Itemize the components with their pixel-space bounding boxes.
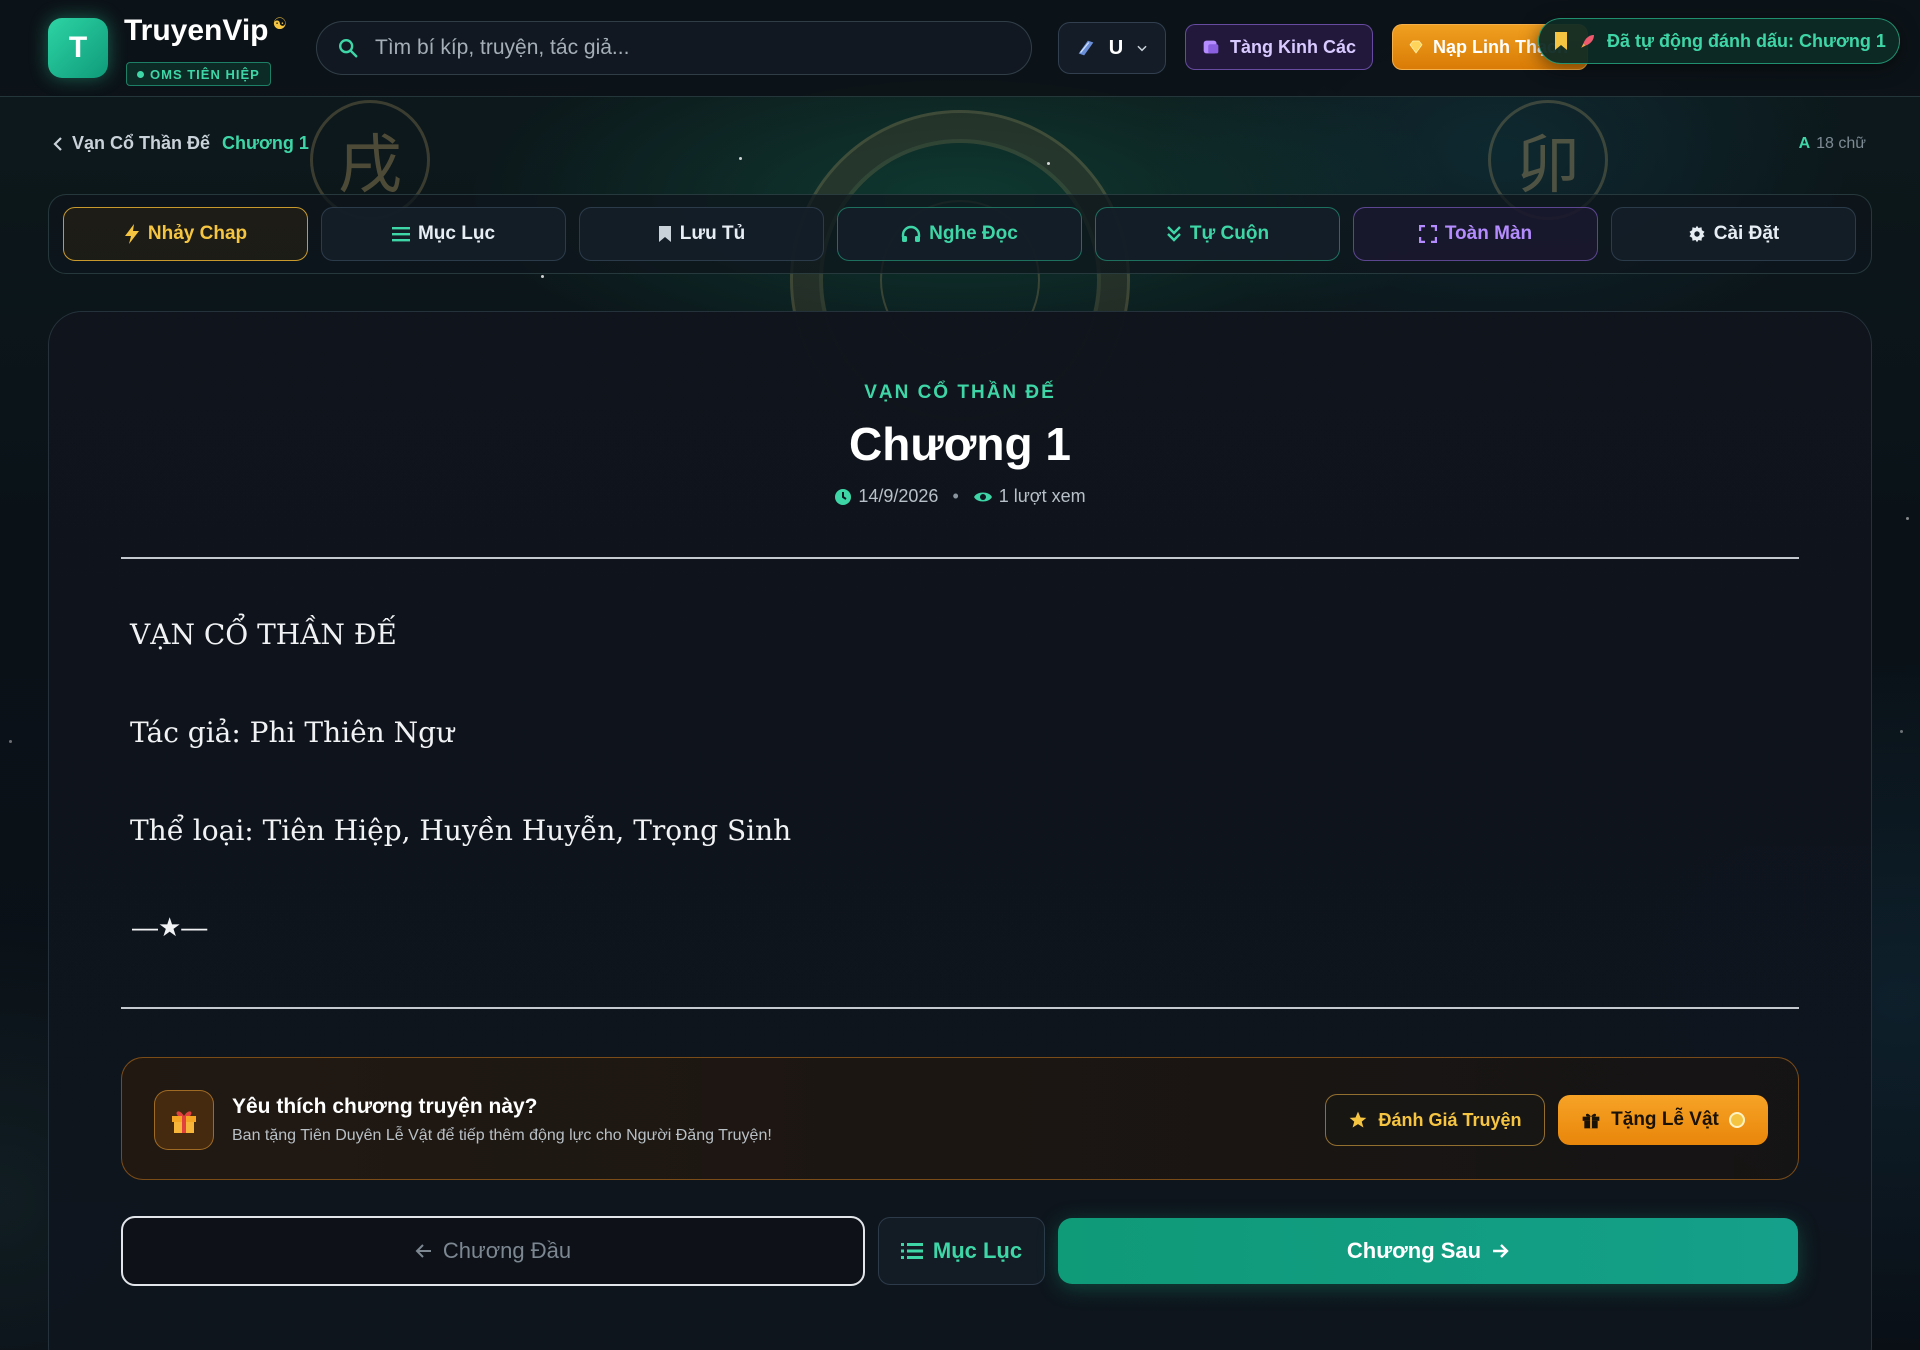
logo-letter: T [68,31,88,64]
rate-story-button[interactable]: Đánh Giá Truyện [1325,1094,1545,1146]
gift-icon [1582,1113,1600,1129]
star-divider: —★— [132,912,208,942]
save-to-shelf-button[interactable]: Lưu Tủ [579,207,824,261]
tang-kinh-cac-label: Tàng Kinh Các [1230,36,1357,57]
font-icon: A [1798,135,1811,152]
search-icon [339,39,358,58]
badge-text: OMS TIÊN HIỆP [150,66,260,82]
star-dot [541,275,544,278]
autoscroll-button[interactable]: Tự Cuộn [1095,207,1340,261]
reader-toolbar: Nhảy Chap Mục Lục Lưu Tủ Nghe Đọc Tự Cuộ… [48,194,1872,274]
next-chapter-button[interactable]: Chương Sau [1058,1218,1798,1284]
bookmark-toast: Đã tự động đánh dấu: Chương 1 [1538,18,1900,64]
chevron-down-icon [1137,45,1147,52]
listen-button[interactable]: Nghe Đọc [837,207,1082,261]
breadcrumb-story-link[interactable]: Vạn Cổ Thần Đế [72,133,210,154]
star-dot [9,740,12,743]
star-dot [1900,730,1903,733]
breadcrumb: Vạn Cổ Thần Đế Chương 1 [52,133,309,154]
first-chapter-button[interactable]: Chương Đầu [121,1216,865,1286]
chapter-meta: 14/9/2026 • 1 lượt xem [0,486,1920,507]
story-name[interactable]: VẠN CỔ THẦN ĐẾ [0,382,1920,404]
content-paragraph: VẠN CỔ THẦN ĐẾ [130,618,397,651]
logo[interactable]: T [48,18,108,78]
publish-date: 14/9/2026 [834,486,938,507]
view-count: 1 lượt xem [973,486,1086,507]
star-icon [1350,1111,1367,1128]
headphones-icon [901,225,921,242]
eye-icon [973,492,992,501]
brand-name[interactable]: TruyenVip ☯ [124,14,287,48]
content-divider-top [121,557,1799,559]
bottom-toc-label: Mục Lục [932,1238,1023,1263]
next-chapter-label: Chương Sau [1346,1238,1482,1263]
content-divider-bottom [121,1007,1799,1009]
brand-badge: OMS TIÊN HIỆP [126,62,271,86]
listen-label: Nghe Đọc [929,223,1018,244]
gift-icon [154,1090,214,1150]
arrow-right-icon [1493,1244,1509,1258]
send-gift-label: Tặng Lễ Vật [1611,1109,1719,1130]
jump-chapter-label: Nhảy Chap [147,223,248,244]
search-bar[interactable] [316,21,1032,75]
views-text: 1 lượt xem [998,486,1086,506]
bolt-icon [124,224,139,244]
send-gift-button[interactable]: Tặng Lễ Vật [1558,1095,1768,1145]
word-count-text: 18 chữ [1816,135,1866,152]
jump-chapter-button[interactable]: Nhảy Chap [63,207,308,261]
user-initial: U [1108,36,1124,59]
list-icon [900,1243,923,1259]
first-chapter-label: Chương Đầu [442,1238,572,1263]
yin-yang-icon: ☯ [272,16,287,33]
fullscreen-button[interactable]: Toàn Màn [1353,207,1598,261]
gem-icon [1409,40,1423,54]
meta-separator: • [952,486,959,506]
gear-icon [1689,225,1705,243]
fullscreen-label: Toàn Màn [1444,223,1533,244]
list-icon [391,227,410,242]
expand-icon [1418,225,1437,243]
top-header: T TruyenVip☯ OMS TIÊN HIỆP U Tàng Kinh C… [0,0,1920,97]
clock-icon [835,488,852,505]
user-menu[interactable]: U [1058,22,1166,74]
date-text: 14/9/2026 [858,486,939,506]
content-paragraph: Tác giả: Phi Thiên Ngư [130,716,455,749]
scroll-icon [1203,40,1219,54]
settings-label: Cài Đặt [1713,223,1780,244]
breadcrumb-chapter: Chương 1 [222,133,309,153]
bookmark-icon [658,226,671,242]
double-chevron-down-icon [1167,226,1181,242]
star-dot [1906,517,1909,520]
scroll-avatar-icon [1078,40,1094,56]
badge-dot [137,70,144,78]
gift-box-icon [172,1111,196,1133]
word-count: A 18 chữ [1799,135,1866,153]
bookmark-icon [1555,32,1567,50]
star-dot [739,157,742,160]
toast-text: Đã tự động đánh dấu: Chương 1 [1607,30,1886,51]
coin-icon [1728,1112,1745,1128]
gift-subtitle: Ban tặng Tiên Duyên Lễ Vật để tiếp thêm … [232,1127,772,1144]
gift-title: Yêu thích chương truyện này? [232,1095,538,1118]
content-paragraph: Thể loại: Tiên Hiệp, Huyền Huyễn, Trọng … [130,814,792,847]
star-dot [1047,162,1050,165]
arrow-left-icon [415,1244,431,1258]
chevron-left-icon[interactable] [52,136,64,152]
search-input[interactable] [375,36,995,60]
tang-kinh-cac-button[interactable]: Tàng Kinh Các [1185,24,1373,70]
rate-story-label: Đánh Giá Truyện [1378,1109,1522,1130]
bottom-toc-button[interactable]: Mục Lục [878,1217,1045,1285]
autoscroll-label: Tự Cuộn [1189,223,1270,244]
settings-button[interactable]: Cài Đặt [1611,207,1856,261]
toc-button[interactable]: Mục Lục [321,207,566,261]
toc-label: Mục Lục [417,223,496,244]
save-to-shelf-label: Lưu Tủ [679,223,746,244]
gift-panel: Yêu thích chương truyện này? Ban tặng Ti… [121,1057,1799,1180]
chapter-title: Chương 1 [849,418,1071,470]
rocket-icon [1581,35,1594,48]
brand-text: TruyenVip [124,14,269,47]
